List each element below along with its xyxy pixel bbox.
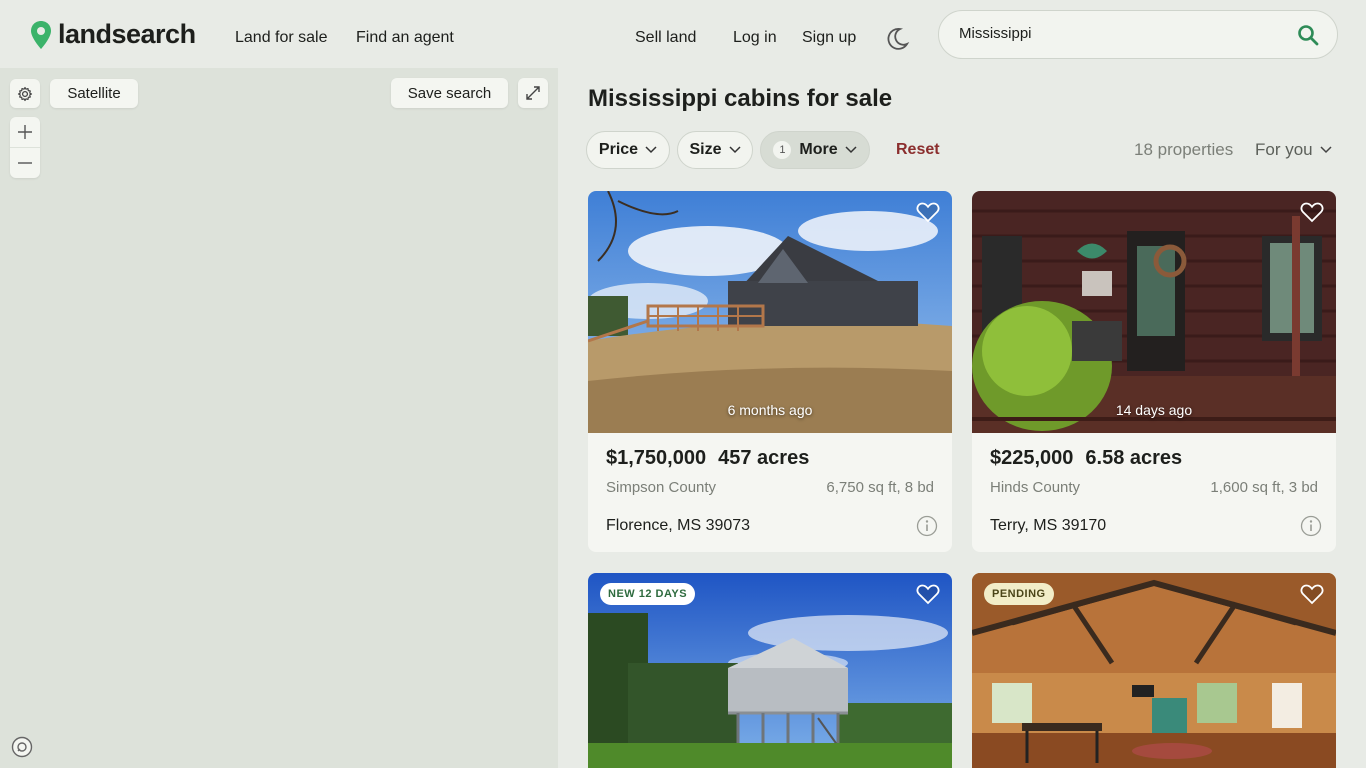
listing-price-row: $1,750,000 457 acres xyxy=(606,447,809,470)
page-title: Mississippi cabins for sale xyxy=(588,85,893,112)
listing-specs: 6,750 sq ft, 8 bd xyxy=(826,479,934,496)
listing-card[interactable]: 14 days ago $225,000 6.58 acres Hinds Cou… xyxy=(972,191,1336,552)
price-filter-label: Price xyxy=(598,141,639,158)
logo-text: landsearch xyxy=(58,19,196,49)
expand-map-button[interactable] xyxy=(518,78,548,108)
listing-age: 6 months ago xyxy=(727,402,813,418)
listing-photo[interactable]: 14 days ago xyxy=(972,191,1336,433)
chevron-down-icon xyxy=(845,146,857,154)
top-header: landsearch Land for sale Find an agent S… xyxy=(0,0,1366,68)
listing-city: Terry, MS 39170 xyxy=(990,517,1107,534)
nav-land-for-sale[interactable]: Land for sale xyxy=(235,29,328,47)
listing-city: Florence, MS 39073 xyxy=(606,517,751,534)
cabin-porch-photo-image xyxy=(972,191,1336,433)
listing-card[interactable]: NEW 12 DAYS xyxy=(588,573,952,768)
nav-sell-land[interactable]: Sell land xyxy=(635,29,696,47)
logo[interactable]: landsearch xyxy=(30,19,196,50)
info-icon[interactable] xyxy=(916,515,938,537)
save-search-button[interactable]: Save search xyxy=(391,78,508,108)
chevron-down-icon xyxy=(1320,146,1332,154)
listing-price-row: $225,000 6.58 acres xyxy=(990,447,1182,470)
reset-filters-link[interactable]: Reset xyxy=(896,141,940,159)
more-filters-count: 1 xyxy=(773,141,792,159)
more-filters-label: More xyxy=(799,141,838,158)
nav-log-in[interactable]: Log in xyxy=(733,29,777,47)
favorite-heart-icon[interactable] xyxy=(1300,201,1324,223)
location-pin-icon xyxy=(31,20,51,49)
listing-photo[interactable]: NEW 12 DAYS xyxy=(588,573,952,768)
map-settings-button[interactable] xyxy=(10,79,40,108)
listing-card[interactable]: 6 months ago $1,750,000 457 acres Simpson… xyxy=(588,191,952,552)
dark-mode-moon-icon[interactable] xyxy=(884,26,910,52)
chevron-down-icon xyxy=(645,146,657,154)
plus-icon xyxy=(18,125,32,139)
minus-icon xyxy=(18,162,32,164)
chevron-down-icon xyxy=(728,146,741,154)
listing-photo[interactable]: 6 months ago xyxy=(588,191,952,433)
map-attribution-icon[interactable] xyxy=(11,736,33,758)
listing-acres: 6.58 acres xyxy=(1085,447,1183,469)
listing-county: Simpson County xyxy=(606,479,717,496)
zoom-out-button[interactable] xyxy=(10,148,40,178)
price-filter-button[interactable]: Price xyxy=(586,131,670,169)
map-area[interactable]: Satellite Save search xyxy=(0,68,558,768)
listing-acres: 457 acres xyxy=(718,447,810,469)
listing-price: $1,750,000 xyxy=(606,447,707,469)
favorite-heart-icon[interactable] xyxy=(1300,583,1324,605)
expand-icon xyxy=(526,86,540,100)
listing-card[interactable]: PENDING xyxy=(972,573,1336,768)
new-listing-badge: NEW 12 DAYS xyxy=(600,583,696,605)
search-input[interactable] xyxy=(959,25,1279,42)
sort-label: For you xyxy=(1255,140,1313,159)
cabin-photo-image xyxy=(588,191,952,433)
listing-price: $225,000 xyxy=(990,447,1074,469)
favorite-heart-icon[interactable] xyxy=(916,201,940,223)
gear-icon xyxy=(17,86,33,101)
more-filters-button[interactable]: 1 More xyxy=(760,131,870,169)
listing-county: Hinds County xyxy=(990,479,1081,496)
listing-specs: 1,600 sq ft, 3 bd xyxy=(1210,479,1318,496)
search-box xyxy=(938,10,1338,59)
size-filter-button[interactable]: Size xyxy=(677,131,753,169)
satellite-toggle-button[interactable]: Satellite xyxy=(50,79,138,108)
property-count: 18 properties xyxy=(1134,140,1234,159)
size-filter-label: Size xyxy=(689,141,722,158)
zoom-in-button[interactable] xyxy=(10,117,40,147)
favorite-heart-icon[interactable] xyxy=(916,583,940,605)
info-icon[interactable] xyxy=(1300,515,1322,537)
nav-sign-up[interactable]: Sign up xyxy=(802,29,856,47)
listing-age: 14 days ago xyxy=(1115,402,1193,418)
nav-find-agent[interactable]: Find an agent xyxy=(356,29,454,47)
sort-dropdown[interactable]: For you xyxy=(1255,140,1332,160)
zoom-controls xyxy=(10,117,40,178)
listings-panel: Mississippi cabins for sale Price Size 1… xyxy=(558,68,1366,768)
pending-status-badge: PENDING xyxy=(984,583,1054,605)
search-icon[interactable] xyxy=(1297,24,1319,46)
listing-photo[interactable]: PENDING xyxy=(972,573,1336,768)
